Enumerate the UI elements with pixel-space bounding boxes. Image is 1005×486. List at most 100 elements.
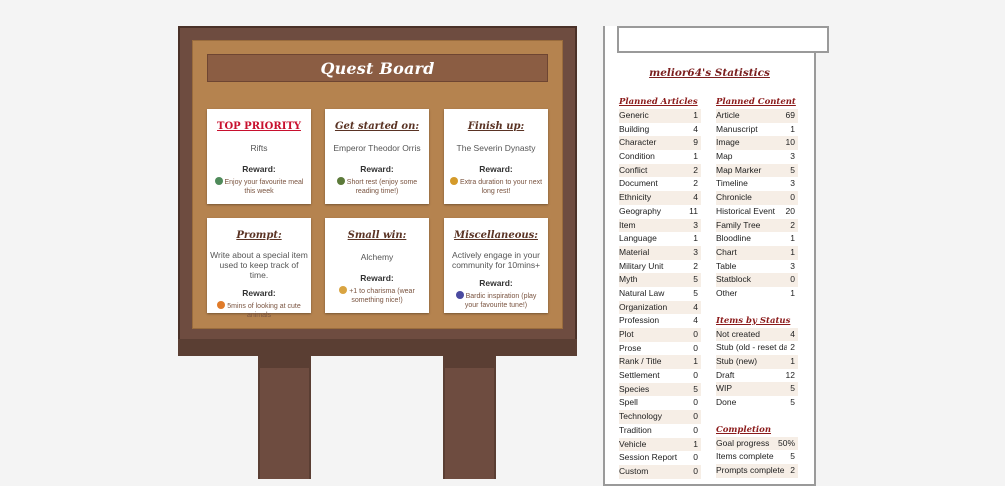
board-post-left <box>258 356 311 479</box>
quest-card-heading[interactable]: Miscellaneous: <box>444 230 548 242</box>
statistics-tab[interactable] <box>617 26 829 53</box>
hourglass-icon <box>449 177 458 185</box>
stat-label: Goal progress <box>716 437 770 448</box>
stat-row: Prompts complete 2 <box>716 464 798 478</box>
stat-value: 1 <box>693 151 698 162</box>
stat-value: 5 <box>693 274 698 285</box>
stat-row: Rank / Title 1 <box>619 355 701 370</box>
stat-value: 2 <box>790 219 795 230</box>
stat-label: Family Tree <box>716 219 761 230</box>
stat-row: Image 10 <box>716 136 798 151</box>
stat-value: 1 <box>790 123 795 134</box>
stat-label: Generic <box>619 110 649 120</box>
quest-card-subject: Write about a special item used to keep … <box>210 250 308 280</box>
stat-row: Geography 11 <box>619 205 701 219</box>
stat-label: Language <box>619 233 657 244</box>
stat-value: 2 <box>693 164 698 175</box>
quest-card-reward: Bardic inspiration (play your favourite … <box>444 291 548 310</box>
stat-row: Ethnicity 4 <box>619 191 701 205</box>
stat-label: Historical Event <box>716 205 776 216</box>
stat-value: 0 <box>693 424 698 435</box>
quest-card-heading[interactable]: TOP PRIORITY <box>207 121 311 133</box>
stat-label: Character <box>619 137 657 148</box>
stat-label: Myth <box>619 274 638 285</box>
stat-row: Vehicle 1 <box>619 437 701 452</box>
stat-row: Custom 0 <box>619 464 701 479</box>
stat-value: 5 <box>790 383 795 394</box>
stat-label: Bloodline <box>716 233 751 244</box>
stat-label: Profession <box>619 315 660 326</box>
quest-card: Miscellaneous: Actively engage in your co… <box>444 218 548 313</box>
stat-label: Spell <box>619 397 638 408</box>
quest-card-reward-label: Reward: <box>360 273 394 283</box>
quest-card-reward-label: Reward: <box>479 278 513 288</box>
quest-card-reward: Extra duration to your next long rest! <box>444 177 548 196</box>
stat-value: 4 <box>693 315 698 326</box>
stat-row: Table 3 <box>716 260 798 274</box>
quest-card-heading[interactable]: Small win: <box>325 230 429 242</box>
stat-label: Image <box>716 137 740 148</box>
quest-card-reward: +1 to charisma (wear something nice!) <box>325 286 429 305</box>
quest-card: Prompt: Write about a special item used t… <box>207 218 311 319</box>
stat-row: Map 3 <box>716 150 798 164</box>
stat-row: Spell 0 <box>619 396 701 410</box>
stat-row: Historical Event 20 <box>716 205 798 219</box>
stat-row: Other 1 <box>716 287 798 301</box>
stat-row: Building 4 <box>619 123 701 137</box>
stat-value: 5 <box>693 287 698 298</box>
stats-section-completion: Completion <box>716 424 772 435</box>
stat-label: Species <box>619 383 650 394</box>
quest-card: Small win: Alchemy Reward: +1 to charisma (… <box>325 218 429 313</box>
stat-value: 5 <box>790 451 795 462</box>
quest-card-reward-label: Reward: <box>242 164 276 174</box>
quest-card-reward: 5mins of looking at cute animals <box>207 301 311 320</box>
stat-row: Stub (new) 1 <box>716 355 798 369</box>
stat-value: 0 <box>693 397 698 408</box>
stat-value: 1 <box>790 233 795 244</box>
quest-card: TOP PRIORITY Rifts Reward: Enjoy your favou… <box>207 109 311 204</box>
quest-card-reward-label: Reward: <box>242 288 276 298</box>
stat-value: 0 <box>693 465 698 476</box>
stat-row: Document 2 <box>619 177 701 191</box>
stat-label: Statblock <box>716 274 751 285</box>
stat-label: Ethnicity <box>619 192 652 203</box>
stat-value: 5 <box>790 397 795 408</box>
quest-card-subject: Rifts <box>250 143 268 153</box>
quest-card-reward-label: Reward: <box>360 164 394 174</box>
stats-column-right: Planned Content Article 69 Manuscript 1 Image… <box>716 96 798 478</box>
stat-row: Military Unit 2 <box>619 260 701 274</box>
stat-value: 3 <box>693 246 698 257</box>
stat-label: Rank / Title <box>619 356 662 367</box>
stat-row: Settlement 0 <box>619 369 701 383</box>
stat-value: 1 <box>790 246 795 257</box>
quest-card: Finish up: The Severin Dynasty Reward: Extr… <box>444 109 548 204</box>
quest-card-subject: Actively engage in your community for 10… <box>451 250 541 270</box>
stat-row: Organization 4 <box>619 300 701 315</box>
statistics-title: melior64's Statistics <box>649 67 770 79</box>
stat-row: Character 9 <box>619 136 701 151</box>
quest-card-heading[interactable]: Get started on: <box>325 121 429 133</box>
stat-value: 5 <box>693 383 698 394</box>
stat-label: Stub (old - reset da <box>716 342 788 353</box>
quest-card-reward-text: Extra duration to your next long rest! <box>459 179 543 195</box>
quest-card-heading[interactable]: Prompt: <box>207 230 311 242</box>
music-note-icon <box>455 291 464 299</box>
stat-row: Species 5 <box>619 382 701 397</box>
stat-label: Chronicle <box>716 192 752 203</box>
stat-row: Map Marker 5 <box>716 163 798 178</box>
stat-row: Not created 4 <box>716 327 798 342</box>
stat-value: 0 <box>693 342 698 353</box>
stat-value: 1 <box>693 356 698 367</box>
quest-board-title-bar: Quest Board <box>207 54 548 82</box>
stat-row: Items complete 5 <box>716 450 798 464</box>
quest-card-heading[interactable]: Finish up: <box>444 121 548 133</box>
stat-value: 0 <box>693 452 698 463</box>
stat-label: Timeline <box>716 178 748 189</box>
stat-value: 11 <box>689 205 698 216</box>
quest-card-reward-text: Enjoy your favourite meal this week <box>224 179 304 195</box>
stat-label: Item <box>619 219 636 230</box>
stat-row: Article 69 <box>716 109 798 123</box>
stat-label: Table <box>716 260 737 271</box>
stat-value: 3 <box>693 219 698 230</box>
stat-value: 0 <box>693 329 698 339</box>
